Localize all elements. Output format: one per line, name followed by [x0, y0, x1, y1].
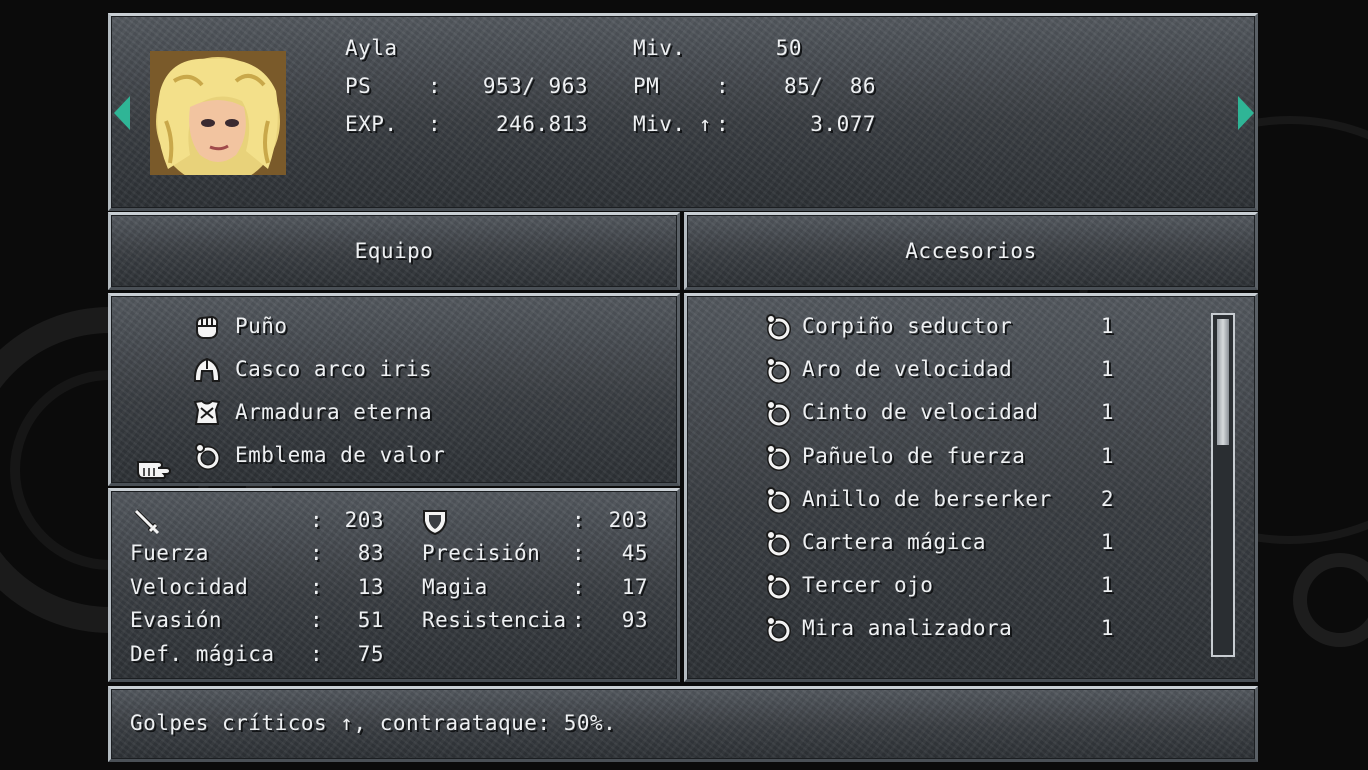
accessory-item-quantity: 1	[1100, 400, 1114, 425]
equipment-item-accessory[interactable]: Emblema de valor	[235, 443, 445, 467]
equipment-item-armor[interactable]: Armadura eterna	[235, 400, 432, 424]
ring-icon	[763, 398, 793, 428]
stat-magic-defense-value: 75	[357, 642, 384, 666]
accessory-item-quantity: 1	[1100, 530, 1114, 554]
ring-icon	[763, 312, 793, 342]
ring-icon	[763, 571, 793, 601]
stat-resistance-value: 93	[621, 608, 648, 632]
accessories-scrollbar[interactable]	[1211, 313, 1235, 657]
stat-magic-defense-separator: :	[310, 642, 324, 666]
character-portrait	[150, 51, 286, 175]
scrollbar-thumb[interactable]	[1217, 319, 1229, 445]
stat-accuracy-separator: :	[572, 541, 586, 565]
level-label: Miv.	[633, 36, 686, 60]
equipment-item-helmet[interactable]: Casco arco iris	[235, 357, 432, 381]
stat-speed-value: 13	[357, 575, 384, 599]
next-level-separator: :	[716, 112, 730, 136]
shield-icon	[420, 507, 450, 537]
ring-icon	[763, 614, 793, 644]
attack-separator: :	[310, 508, 324, 532]
accessory-item-label[interactable]: Mira analizadora	[802, 616, 1012, 640]
stat-strength-separator: :	[310, 541, 324, 565]
mp-separator: :	[716, 74, 730, 98]
accessory-item-quantity: 1	[1100, 573, 1114, 598]
accessory-item-label[interactable]: Tercer ojo	[802, 573, 933, 597]
defense-separator: :	[572, 508, 586, 532]
helmet-icon	[192, 355, 222, 385]
ring-icon	[763, 485, 793, 515]
accessory-item-label[interactable]: Cinto de velocidad	[802, 400, 1039, 424]
stat-resistance-separator: :	[572, 608, 586, 632]
accessory-item-label[interactable]: Cartera mágica	[802, 530, 986, 554]
defense-value: 203	[608, 508, 648, 532]
stat-accuracy-value: 45	[621, 541, 648, 565]
stat-speed-label: Velocidad	[130, 575, 249, 599]
stat-strength-value: 83	[357, 541, 384, 565]
stat-speed-separator: :	[310, 575, 324, 599]
accessory-item-label[interactable]: Corpiño seductor	[802, 314, 1012, 338]
stat-magic-separator: :	[572, 575, 586, 599]
ring-icon	[763, 528, 793, 558]
accessories-tab-label: Accesorios	[905, 239, 1037, 263]
next-level-label: Miv. ↑	[633, 112, 712, 136]
accessory-item-quantity: 1	[1100, 314, 1114, 338]
stat-evasion-value: 51	[357, 608, 384, 632]
stat-evasion-label: Evasión	[130, 608, 223, 632]
next-character-arrow-icon[interactable]	[1238, 96, 1254, 130]
equipment-tab-label: Equipo	[354, 239, 434, 263]
sword-icon	[132, 507, 162, 537]
equipment-item-weapon[interactable]: Puño	[235, 314, 288, 338]
stat-magic-value: 17	[621, 575, 648, 599]
exp-label: EXP.	[345, 112, 398, 136]
stat-accuracy-label: Precisión	[422, 541, 541, 565]
character-name: Ayla	[345, 36, 398, 60]
mp-value: 85/ 86	[783, 74, 876, 98]
stat-resistance-label: Resistencia	[422, 608, 567, 632]
ring-icon	[763, 355, 793, 385]
item-description: Golpes críticos ↑, contraataque: 50%.	[130, 711, 617, 735]
mp-label: PM	[633, 74, 660, 98]
accessory-item-label[interactable]: Anillo de berserker	[802, 487, 1052, 511]
exp-separator: :	[428, 112, 442, 136]
armor-icon	[192, 398, 222, 428]
hp-label: PS	[345, 74, 372, 98]
exp-value: 246.813	[495, 112, 588, 136]
stat-evasion-separator: :	[310, 608, 324, 632]
hp-separator: :	[428, 74, 442, 98]
ring-icon	[763, 442, 793, 472]
attack-value: 203	[344, 508, 384, 532]
accessory-item-quantity: 1	[1100, 616, 1114, 641]
previous-character-arrow-icon[interactable]	[114, 96, 130, 130]
accessory-item-quantity: 2	[1100, 486, 1114, 511]
accessory-item-quantity: 1	[1100, 443, 1114, 468]
stat-strength-label: Fuerza	[130, 541, 209, 565]
accessory-item-label[interactable]: Aro de velocidad	[802, 357, 1012, 381]
accessory-item-label[interactable]: Pañuelo de fuerza	[802, 444, 1025, 468]
ring-icon	[192, 441, 222, 471]
next-level-value: 3.077	[810, 112, 876, 136]
stat-magic-label: Magia	[422, 575, 488, 599]
hp-value: 953/ 963	[482, 74, 588, 98]
level-value: 50	[775, 36, 802, 60]
stat-magic-defense-label: Def. mágica	[130, 642, 275, 666]
fist-icon	[192, 312, 222, 342]
pointing-hand-cursor-icon	[136, 452, 172, 482]
accessory-item-quantity: 1	[1100, 357, 1114, 382]
